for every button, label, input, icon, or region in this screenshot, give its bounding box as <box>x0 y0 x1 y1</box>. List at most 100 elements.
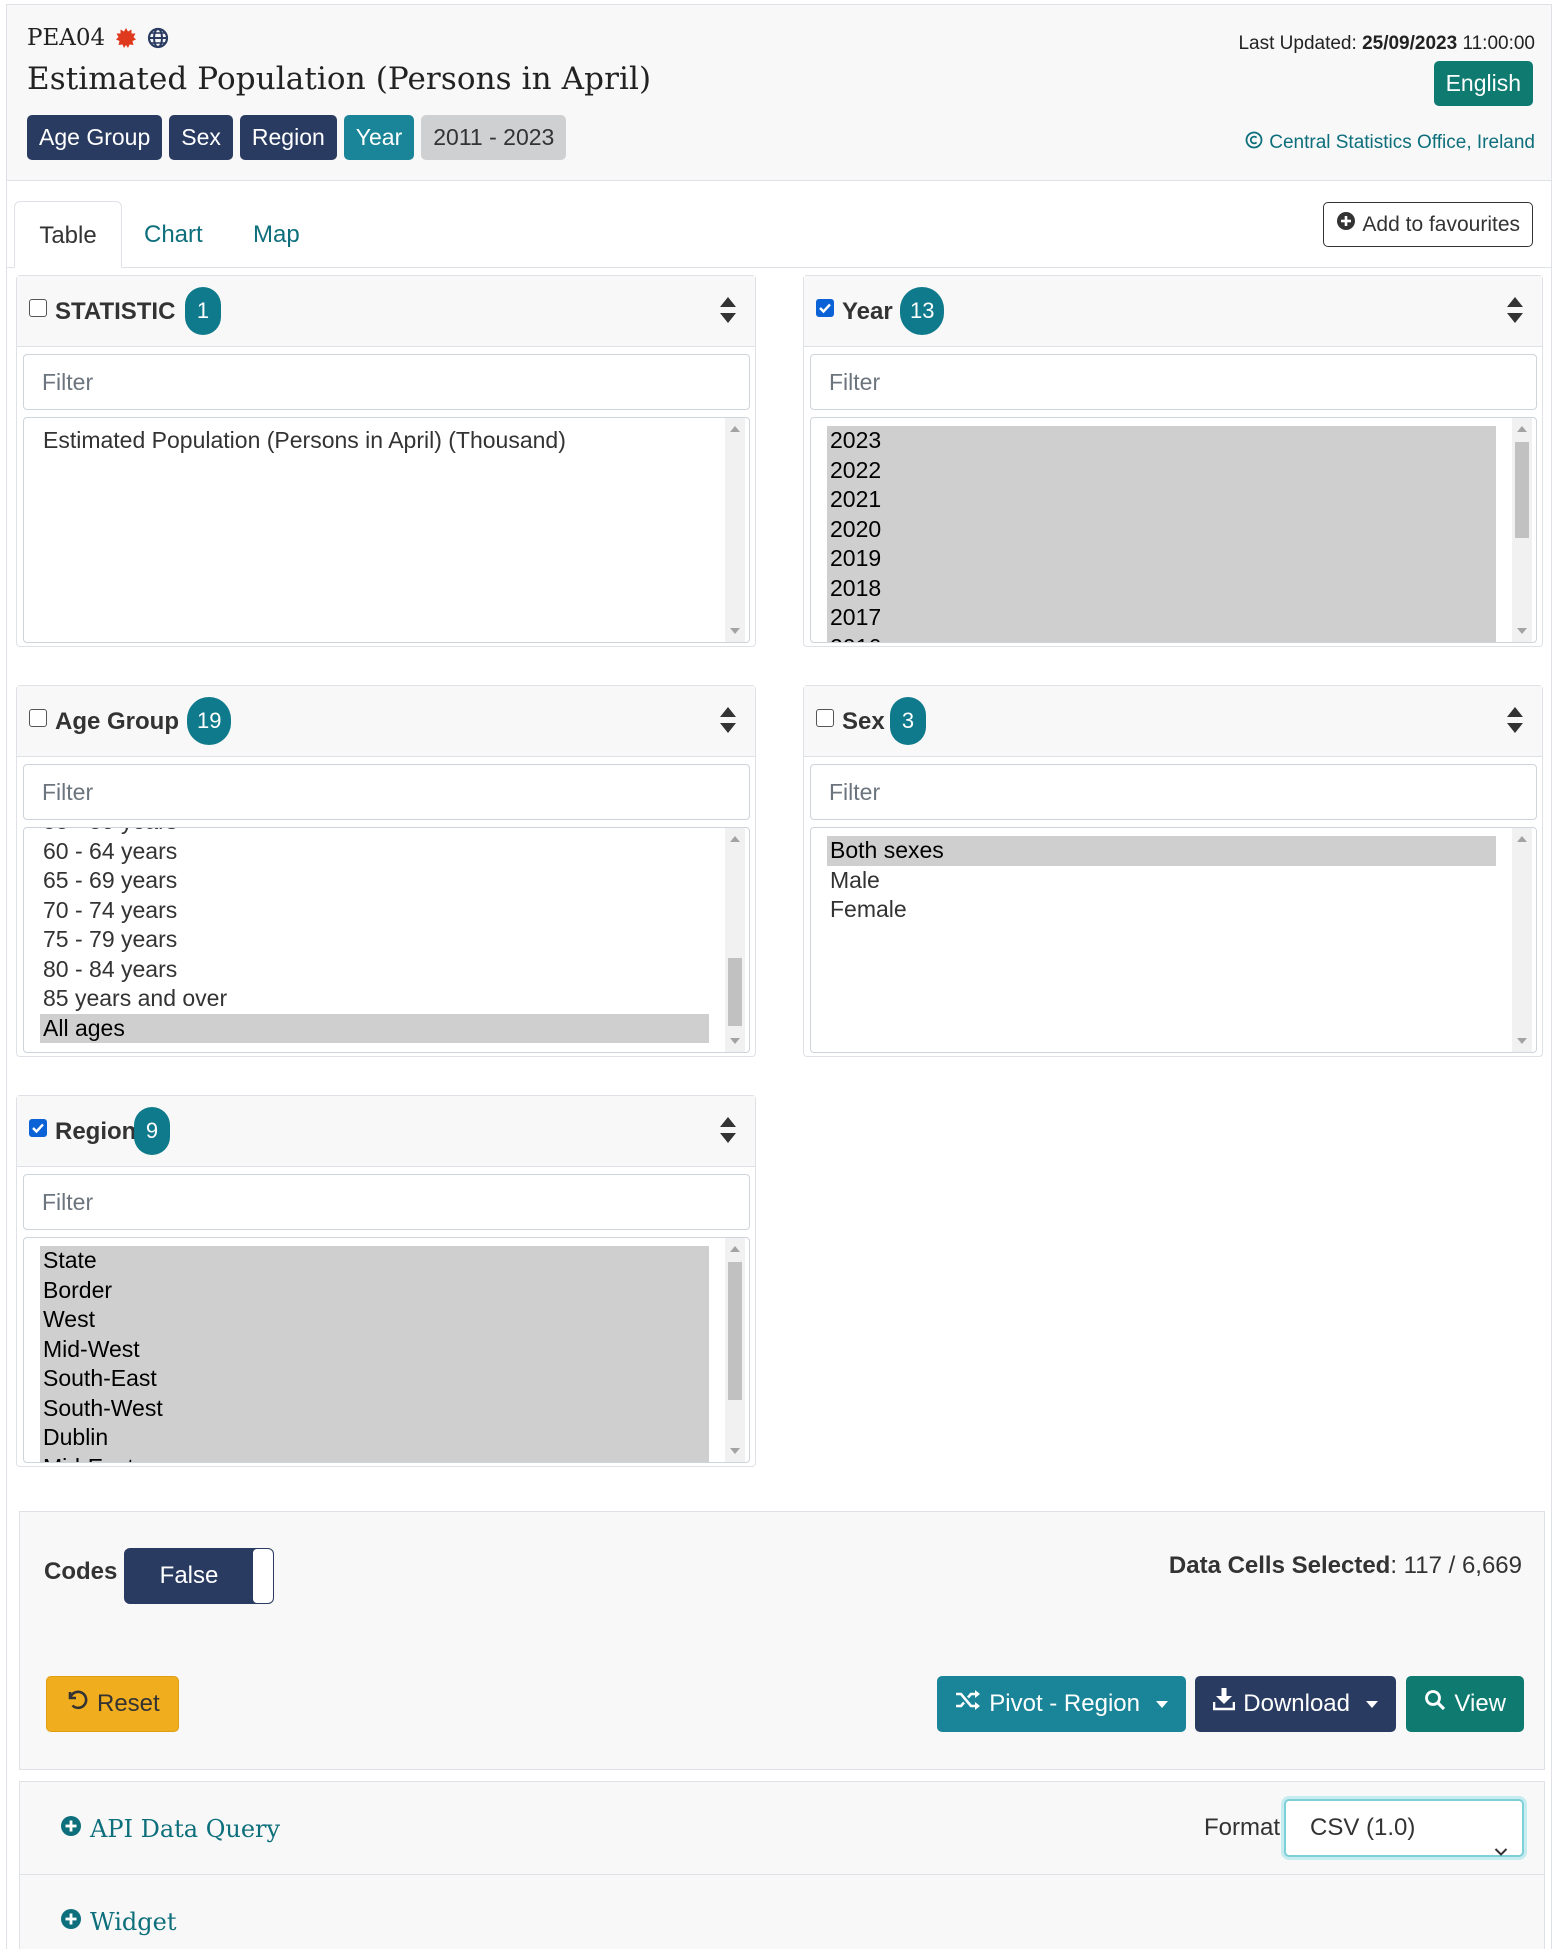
list-item[interactable]: 75 - 79 years <box>40 925 709 955</box>
widget-link[interactable]: Widget <box>60 1908 177 1936</box>
scrollbar[interactable] <box>1512 418 1532 642</box>
list-item[interactable]: 2021 <box>827 485 1496 515</box>
select-all-checkbox[interactable] <box>29 709 47 727</box>
dimension-card-region: Region 9 Filter State Border West Mid-We… <box>16 1095 756 1467</box>
filter-input[interactable]: Filter <box>23 1174 750 1230</box>
option-list[interactable]: Both sexes Male Female <box>810 827 1537 1053</box>
option-items: Both sexes Male Female <box>827 836 1496 925</box>
scrollbar[interactable] <box>725 828 745 1052</box>
pivot-dropdown-button[interactable]: Pivot - Region <box>937 1676 1186 1732</box>
sort-icon[interactable] <box>1506 706 1524 739</box>
tag-age-group[interactable]: Age Group <box>27 115 163 160</box>
scrollbar[interactable] <box>1512 828 1532 1052</box>
list-item[interactable]: 65 - 69 years <box>40 866 709 896</box>
last-updated-label: Last Updated: <box>1238 33 1357 54</box>
list-item[interactable]: Female <box>827 895 1496 925</box>
dimension-card-sex: Sex 3 Filter Both sexes Male Female <box>803 685 1543 1057</box>
select-all-checkbox[interactable] <box>29 299 47 317</box>
scrollbar[interactable] <box>725 1238 745 1462</box>
filter-input[interactable]: Filter <box>23 764 750 820</box>
list-item[interactable]: Dublin <box>40 1423 709 1453</box>
list-item[interactable]: Male <box>827 866 1496 896</box>
reset-button[interactable]: Reset <box>46 1676 179 1732</box>
list-item[interactable]: Mid-West <box>40 1334 709 1364</box>
scroll-up-icon[interactable] <box>730 1246 740 1252</box>
add-to-favourites-button[interactable]: Add to favourites <box>1323 202 1533 247</box>
option-list[interactable]: 2023 2022 2021 2020 2019 2018 2017 2016 <box>810 417 1537 643</box>
scroll-up-icon[interactable] <box>1517 836 1527 842</box>
scroll-up-icon[interactable] <box>730 836 740 842</box>
option-list[interactable]: 55 - 59 years 60 - 64 years 65 - 69 year… <box>23 827 750 1053</box>
globe-icon[interactable] <box>147 27 169 49</box>
list-item[interactable]: Mid-East <box>40 1452 709 1462</box>
tab-chart[interactable]: Chart <box>144 201 203 268</box>
format-select[interactable]: CSV (1.0) <box>1284 1799 1524 1857</box>
sort-icon[interactable] <box>719 296 737 329</box>
scroll-down-icon[interactable] <box>730 628 740 634</box>
codes-label: Codes <box>44 1558 118 1585</box>
list-item[interactable]: South-East <box>40 1364 709 1394</box>
download-dropdown-button[interactable]: Download <box>1195 1676 1396 1732</box>
option-list[interactable]: State Border West Mid-West South-East So… <box>23 1237 750 1463</box>
list-item[interactable]: All ages <box>40 1013 709 1043</box>
view-label: View <box>1454 1690 1506 1717</box>
select-all-checkbox[interactable] <box>816 299 834 317</box>
sort-icon[interactable] <box>1506 296 1524 329</box>
official-statistic-icon[interactable] <box>115 27 137 49</box>
list-item[interactable]: 2017 <box>827 603 1496 633</box>
tag-sex[interactable]: Sex <box>169 115 233 160</box>
list-item[interactable]: 2022 <box>827 455 1496 485</box>
list-item[interactable]: 55 - 59 years <box>40 828 709 837</box>
scroll-up-icon[interactable] <box>730 426 740 432</box>
list-item[interactable]: State <box>40 1246 709 1276</box>
scroll-down-icon[interactable] <box>1517 1038 1527 1044</box>
scroll-thumb[interactable] <box>728 1262 742 1400</box>
codes-toggle[interactable]: False <box>124 1548 274 1604</box>
widget-label: Widget <box>90 1908 177 1936</box>
tag-year[interactable]: Year <box>343 115 415 160</box>
select-all-checkbox[interactable] <box>816 709 834 727</box>
language-button[interactable]: English <box>1433 61 1533 106</box>
list-item[interactable]: Border <box>40 1275 709 1305</box>
scrollbar[interactable] <box>725 418 745 642</box>
list-item[interactable]: West <box>40 1305 709 1335</box>
dimension-name: STATISTIC <box>55 298 176 325</box>
list-item[interactable]: 80 - 84 years <box>40 955 709 985</box>
dimension-card-statistic: STATISTIC 1 Filter Estimated Population … <box>16 275 756 647</box>
view-tabs: Table Chart Map <box>7 201 1551 268</box>
tab-map[interactable]: Map <box>253 201 300 268</box>
list-item[interactable]: Both sexes <box>827 836 1496 866</box>
last-updated-date: 25/09/2023 <box>1362 33 1458 54</box>
list-item[interactable]: South-West <box>40 1393 709 1423</box>
scroll-up-icon[interactable] <box>1517 426 1527 432</box>
scroll-down-icon[interactable] <box>1517 628 1527 634</box>
copyright-link[interactable]: Central Statistics Office, Ireland <box>1245 131 1535 155</box>
tag-region[interactable]: Region <box>239 115 337 160</box>
list-item[interactable]: 85 years and over <box>40 984 709 1014</box>
view-button[interactable]: View <box>1406 1676 1524 1732</box>
data-cells-selected: Data Cells Selected: 117 / 6,669 <box>1168 1552 1522 1579</box>
list-item[interactable]: 70 - 74 years <box>40 896 709 926</box>
list-item[interactable]: 2018 <box>827 573 1496 603</box>
list-item[interactable]: 2020 <box>827 514 1496 544</box>
sort-icon[interactable] <box>719 706 737 739</box>
select-all-checkbox[interactable] <box>29 1119 47 1137</box>
list-item[interactable]: 2023 <box>827 426 1496 456</box>
scroll-thumb[interactable] <box>1515 442 1529 538</box>
scroll-down-icon[interactable] <box>730 1038 740 1044</box>
list-item[interactable]: 2019 <box>827 544 1496 574</box>
plus-circle-icon <box>1336 203 1356 246</box>
scroll-down-icon[interactable] <box>730 1448 740 1454</box>
filter-input[interactable]: Filter <box>23 354 750 410</box>
filter-input[interactable]: Filter <box>810 764 1537 820</box>
dimension-name: Age Group <box>55 708 179 735</box>
filter-input[interactable]: Filter <box>810 354 1537 410</box>
api-data-query-link[interactable]: API Data Query <box>60 1815 280 1843</box>
scroll-thumb[interactable] <box>728 958 742 1026</box>
option-list[interactable]: Estimated Population (Persons in April) … <box>23 417 750 643</box>
list-item[interactable]: 60 - 64 years <box>40 837 709 867</box>
list-item[interactable]: 2016 <box>827 632 1496 642</box>
sort-icon[interactable] <box>719 1116 737 1149</box>
tab-table[interactable]: Table <box>14 201 122 268</box>
list-item[interactable]: Estimated Population (Persons in April) … <box>40 426 709 456</box>
